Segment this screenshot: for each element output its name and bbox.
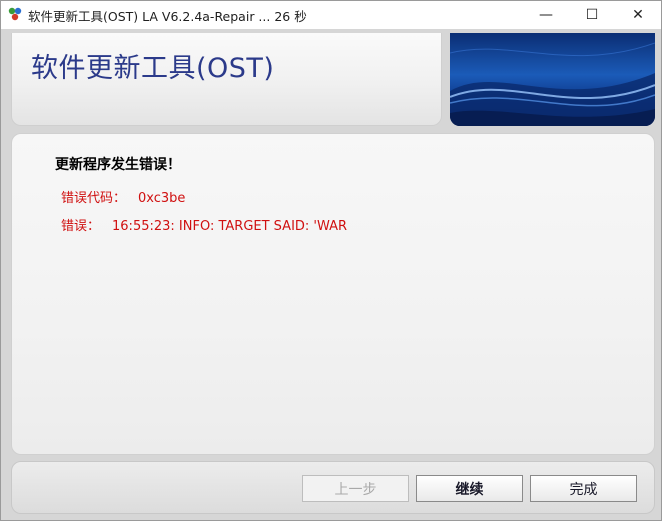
wave-graphic [450,42,655,126]
title-bar[interactable]: 软件更新工具(OST) LA V6.2.4a-Repair ... 26 秒 —… [1,1,661,29]
error-code-line: 错误代码： 0xc3be [61,187,185,206]
continue-button[interactable]: 继续 [416,475,523,502]
app-window: 软件更新工具(OST) LA V6.2.4a-Repair ... 26 秒 —… [0,0,662,521]
window-title: 软件更新工具(OST) LA V6.2.4a-Repair ... 26 秒 [28,9,307,24]
minimize-button[interactable]: — [523,1,569,29]
error-heading: 更新程序发生错误！ [55,157,181,173]
error-message-line: 错误： 16:55:23: INFO: TARGET SAID: 'WAR [61,215,347,234]
header-banner-image [450,33,655,126]
error-code-label: 错误代码： [61,191,127,206]
client-area: 软件更新工具(OST) 更新程序发生错误！ 错误代码： 0xc3be 错误： 16:… [1,29,661,520]
maximize-button[interactable]: ☐ [569,1,615,29]
header-panel: 软件更新工具(OST) [11,33,442,126]
finish-button[interactable]: 完成 [530,475,637,502]
error-message: 16:55:23: INFO: TARGET SAID: 'WAR [112,219,348,234]
page-title: 软件更新工具(OST) [31,53,275,84]
maximize-icon: ☐ [585,7,599,23]
error-code-value: 0xc3be [138,191,186,206]
error-label: 错误： [61,219,101,234]
close-icon: ✕ [632,7,644,23]
minimize-icon: — [539,7,553,23]
button-bar: 上一步 继续 完成 [11,461,655,514]
error-panel: 更新程序发生错误！ 错误代码： 0xc3be 错误： 16:55:23: INFO:… [11,133,655,455]
close-button[interactable]: ✕ [615,1,661,29]
prev-button[interactable]: 上一步 [302,475,409,502]
app-icon [8,7,22,21]
